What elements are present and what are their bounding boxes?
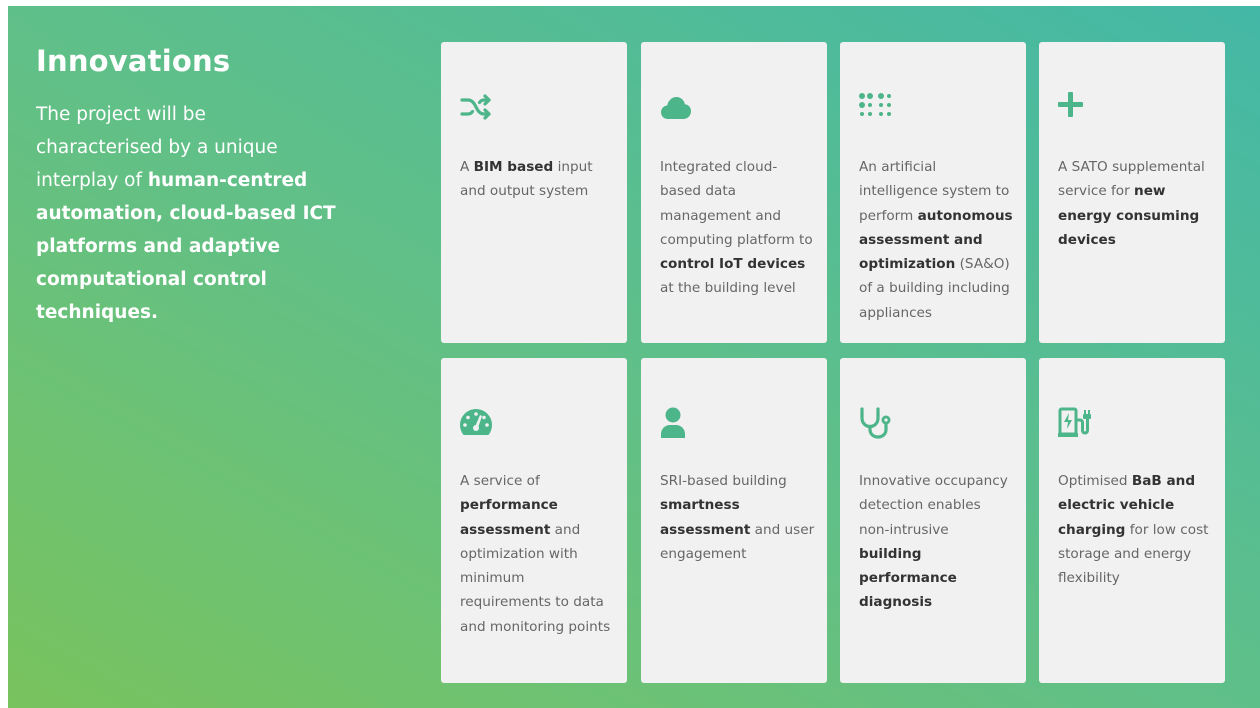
charging-station-icon [1057, 406, 1091, 440]
card-text: A SATO supplemental service for new ener… [1058, 155, 1213, 252]
card-text: A service of performance assessment and … [460, 469, 615, 639]
card-text-segment: at the building level [660, 280, 796, 297]
intro-description: The project will be characterised by a u… [36, 98, 336, 329]
innovation-card-ev: Optimised BaB and electric vehicle charg… [1039, 358, 1225, 683]
shuffle-icon [459, 90, 493, 124]
intro-text-bold: human-centred automation, cloud-based IC… [36, 170, 336, 323]
braille-icon [858, 90, 892, 124]
card-text-bold: performance assessment [460, 497, 558, 538]
card-text: Innovative occupancy detection enables n… [859, 469, 1014, 615]
section-title: Innovations [36, 44, 231, 78]
intro-panel: Innovations The project will be characte… [36, 44, 336, 329]
plus-icon [1057, 90, 1091, 124]
card-text-bold: building performance diagnosis [859, 545, 957, 611]
card-text: A BIM based input and output system [460, 155, 615, 204]
innovation-card-sri: SRI-based building smartness assessment … [641, 358, 827, 683]
innovation-card-occupancy: Innovative occupancy detection enables n… [840, 358, 1026, 683]
card-text-bold: smartness assessment [660, 497, 751, 538]
card-text-bold: control IoT devices [660, 256, 806, 273]
card-text-segment: SRI-based building [660, 473, 787, 489]
card-text: An artificial intelligence system to per… [859, 155, 1014, 325]
card-text-segment: A SATO supplemental service for [1058, 159, 1205, 200]
innovation-card-sato: A SATO supplemental service for new ener… [1039, 42, 1225, 343]
user-icon [659, 406, 693, 440]
card-text: Integrated cloud-based data management a… [660, 155, 815, 301]
card-text: Optimised BaB and electric vehicle charg… [1058, 469, 1213, 590]
card-text: SRI-based building smartness assessment … [660, 469, 815, 566]
card-text-bold: BIM based [473, 159, 554, 175]
innovation-card-bim: A BIM based input and output system [441, 42, 627, 343]
card-text-segment: Integrated cloud-based data management a… [660, 159, 813, 248]
card-text-segment: A service of [460, 473, 540, 489]
innovation-card-ai: An artificial intelligence system to per… [840, 42, 1026, 343]
card-text-segment: A [460, 159, 474, 175]
stethoscope-icon [858, 406, 892, 440]
card-text-segment: Innovative occupancy detection enables n… [859, 473, 1008, 538]
innovation-card-cloud: Integrated cloud-based data management a… [641, 42, 827, 343]
card-text-segment: and optimization with minimum requiremen… [460, 521, 611, 635]
gauge-icon [459, 406, 493, 440]
card-text-segment: Optimised [1058, 473, 1132, 489]
cloud-icon [659, 90, 693, 124]
innovation-card-performance: A service of performance assessment and … [441, 358, 627, 683]
